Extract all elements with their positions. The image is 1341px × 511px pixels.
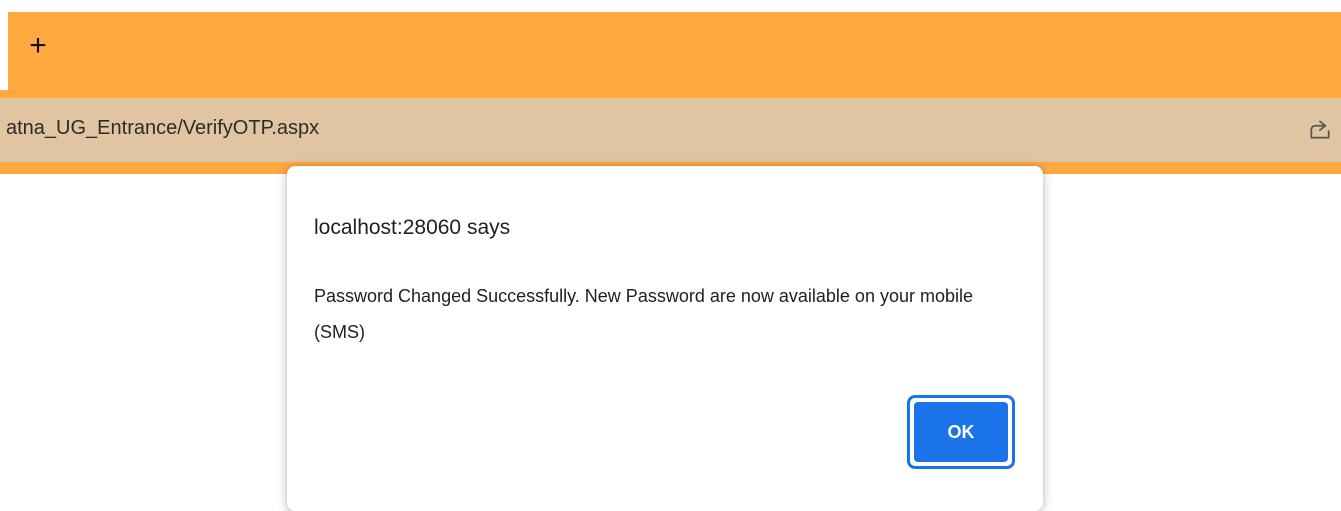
- alert-dialog: localhost:28060 says Password Changed Su…: [287, 166, 1043, 511]
- tab-bar: +: [0, 0, 1341, 90]
- ok-button-label: OK: [914, 402, 1008, 462]
- address-bar: atna_UG_Entrance/VerifyOTP.aspx: [0, 90, 1341, 174]
- tab-strip: [8, 12, 1341, 90]
- dialog-message: Password Changed Successfully. New Passw…: [314, 286, 973, 342]
- dialog-title: localhost:28060 says: [314, 216, 511, 239]
- plus-icon: +: [29, 29, 47, 62]
- ok-button[interactable]: OK: [907, 395, 1015, 469]
- address-field[interactable]: atna_UG_Entrance/VerifyOTP.aspx: [0, 98, 1341, 162]
- share-icon[interactable]: [1307, 116, 1333, 142]
- new-tab-button[interactable]: +: [24, 29, 52, 62]
- address-url[interactable]: atna_UG_Entrance/VerifyOTP.aspx: [6, 117, 319, 140]
